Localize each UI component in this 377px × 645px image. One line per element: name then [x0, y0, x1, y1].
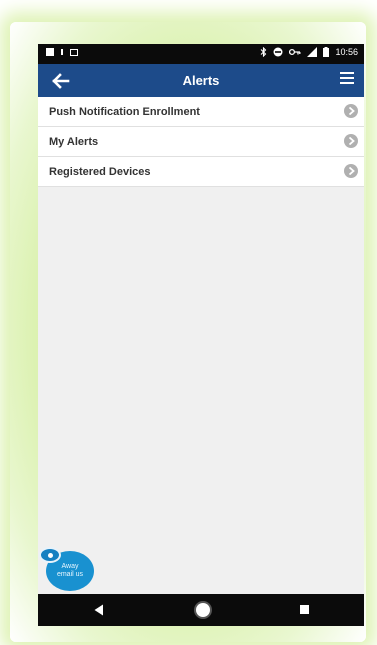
signal-icon: [307, 47, 318, 57]
email-us-widget[interactable]: Away email us: [38, 547, 94, 591]
circle-home-icon[interactable]: [196, 603, 210, 617]
list-item-registered-devices[interactable]: Registered Devices: [38, 157, 364, 187]
list-item-label: My Alerts: [49, 135, 99, 148]
list-item-label: Registered Devices: [49, 165, 151, 178]
hamburger-menu-icon: [340, 72, 354, 74]
chevron-right-icon: [344, 164, 358, 178]
hamburger-menu-icon: [340, 82, 354, 84]
calendar-icon: [70, 48, 78, 56]
list-item-push-notification-enrollment[interactable]: Push Notification Enrollment: [38, 97, 364, 127]
chat-icon: [39, 547, 61, 563]
status-bar: 10:56: [38, 44, 364, 64]
email-widget-line1: Away: [61, 563, 79, 570]
email-widget-line2: email us: [56, 571, 84, 578]
triangle-back-icon[interactable]: [94, 604, 104, 616]
image-icon: [46, 48, 54, 56]
chevron-right-icon: [344, 104, 358, 118]
square-recents-icon[interactable]: [300, 605, 309, 614]
do-not-disturb-icon: [273, 47, 283, 57]
chat-dot-icon: [48, 553, 53, 558]
hamburger-menu-icon: [340, 77, 354, 79]
list-item-my-alerts[interactable]: My Alerts: [38, 127, 364, 157]
status-right-icons: 10:56: [260, 47, 358, 57]
menu-button[interactable]: [340, 72, 354, 88]
status-left-icons: [46, 48, 78, 56]
android-nav-bar: [38, 594, 364, 626]
status-time: 10:56: [335, 47, 358, 57]
battery-icon: [323, 47, 330, 57]
page-title: Alerts: [182, 73, 220, 88]
bluetooth-icon: [261, 47, 267, 57]
app-bar: Alerts: [38, 64, 364, 97]
key-icon: [289, 48, 301, 56]
chevron-right-icon: [344, 134, 358, 148]
phone-screen: 10:56 Alerts Push Notification Enrollmen…: [38, 44, 364, 626]
alerts-menu-list: Push Notification Enrollment My Alerts R…: [38, 97, 364, 187]
list-item-label: Push Notification Enrollment: [49, 105, 200, 118]
dot-icon: [61, 49, 63, 55]
